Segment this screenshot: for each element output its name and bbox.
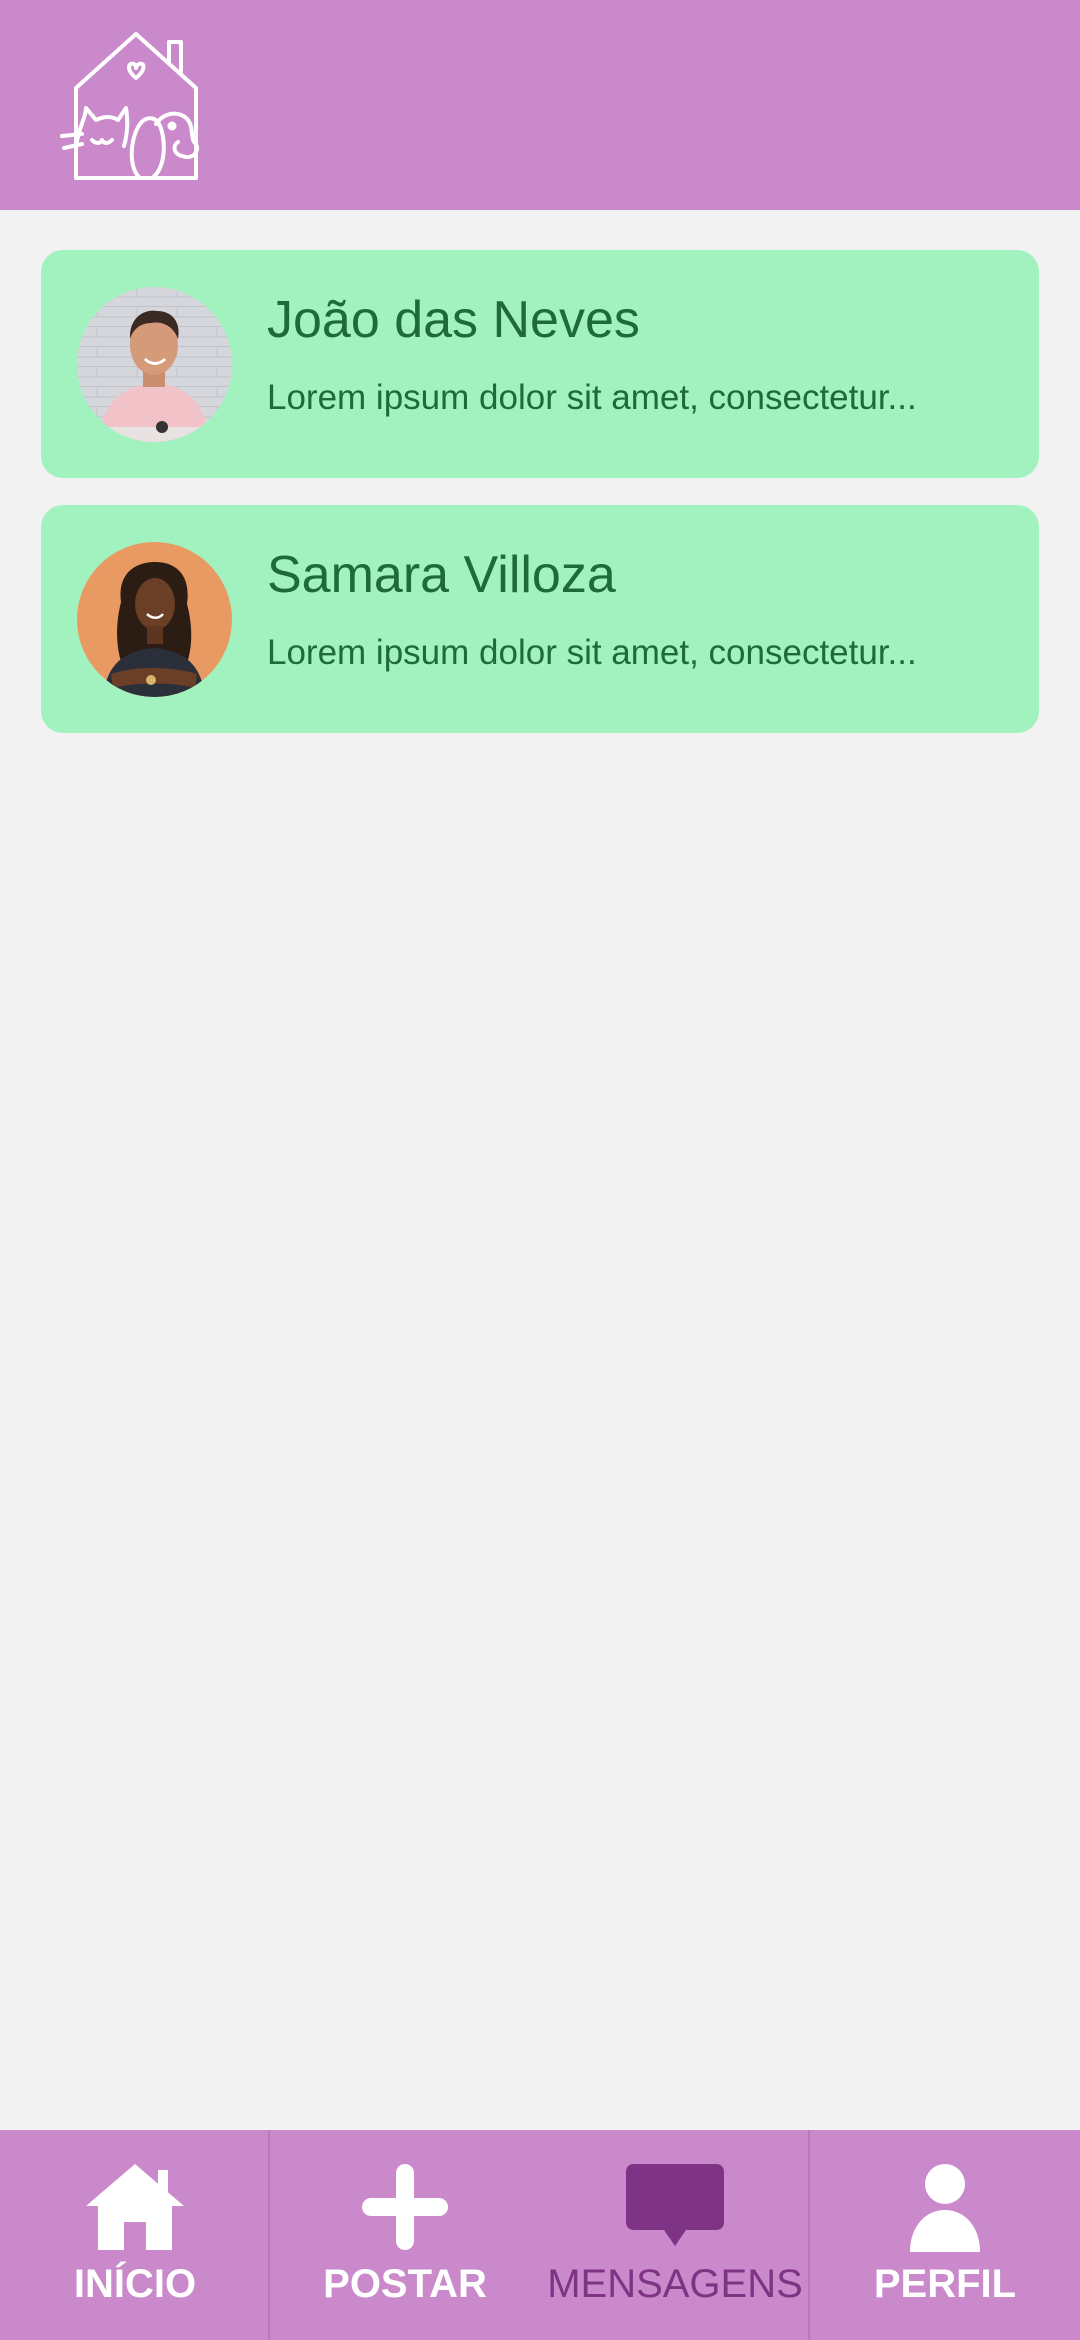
bottom-navigation: INÍCIO POSTAR MENSAGENS PERFIL (0, 2130, 1080, 2340)
contact-name: João das Neves (267, 291, 640, 349)
contact-name: Samara Villoza (267, 546, 616, 604)
conversation-item[interactable]: João das Neves Lorem ipsum dolor sit ame… (41, 250, 1039, 478)
conversation-list: João das Neves Lorem ipsum dolor sit ame… (41, 250, 1039, 760)
app-root: João das Neves Lorem ipsum dolor sit ame… (0, 0, 1080, 2340)
nav-label: PERFIL (873, 2262, 1017, 2306)
nav-label: MENSAGENS (547, 2262, 803, 2306)
conversation-item[interactable]: Samara Villoza Lorem ipsum dolor sit ame… (41, 505, 1039, 733)
avatar (77, 287, 232, 442)
nav-label: POSTAR (323, 2262, 487, 2306)
chat-bubble-icon (620, 2160, 730, 2255)
app-header (0, 0, 1080, 210)
person-icon (890, 2160, 1000, 2255)
house-cat-dog-logo-icon[interactable] (56, 28, 216, 188)
message-preview: Lorem ipsum dolor sit amet, consectetur.… (267, 633, 917, 672)
home-icon (80, 2160, 190, 2255)
nav-item-inicio[interactable]: INÍCIO (0, 2130, 270, 2340)
nav-item-perfil[interactable]: PERFIL (810, 2130, 1080, 2340)
message-preview: Lorem ipsum dolor sit amet, consectetur.… (267, 378, 917, 417)
nav-label: INÍCIO (73, 2262, 197, 2306)
plus-icon (350, 2160, 460, 2255)
avatar (77, 542, 232, 697)
nav-item-mensagens[interactable]: MENSAGENS (540, 2130, 810, 2340)
nav-item-postar[interactable]: POSTAR (270, 2130, 540, 2340)
